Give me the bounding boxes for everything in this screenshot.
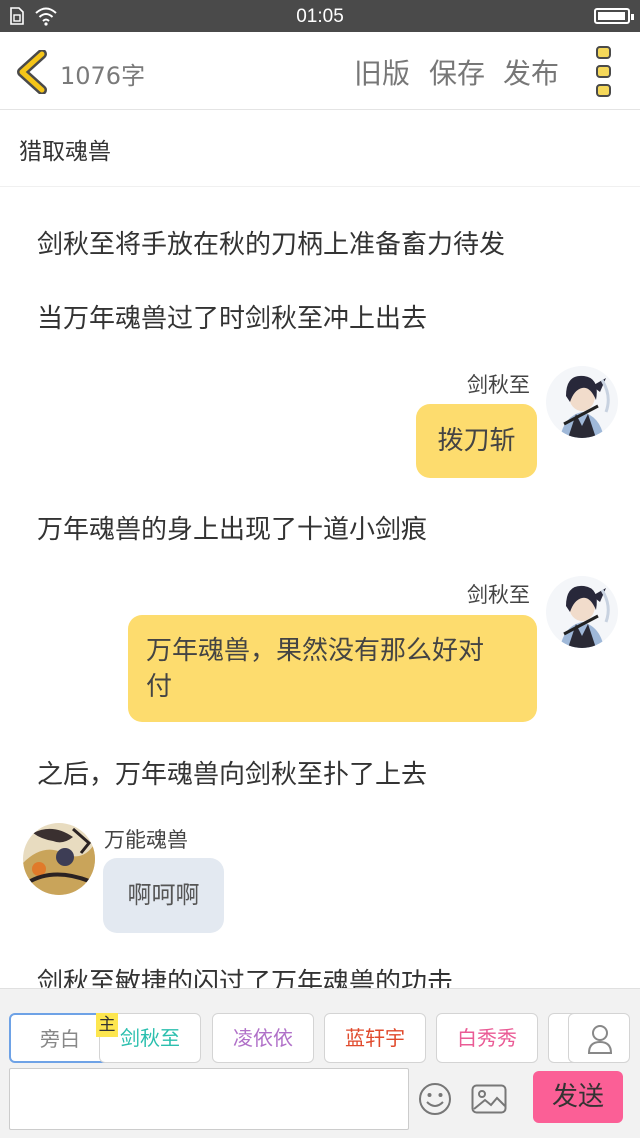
divider [0,186,640,187]
message-bubble[interactable]: 啊呵啊 [103,858,224,933]
image-icon[interactable] [471,1084,507,1114]
chapter-title[interactable]: 猎取魂兽 [19,132,111,166]
message-bubble[interactable]: 万年魂兽，果然没有那么好对 付 [128,615,537,722]
character-chip[interactable]: 蓝轩宇 [324,1013,426,1063]
message-line: 万年魂兽，果然没有那么好对 [146,636,485,666]
message-line: 付 [146,672,173,702]
narration-line[interactable]: 剑秋至将手放在秋的刀柄上准备畜力待发 [37,224,505,261]
word-count: 1076字 [60,62,146,90]
compose-panel: 旁白 剑秋至 凌依依 蓝轩宇 白秀秀 主 发送 [0,988,640,1138]
monster-avatar-icon [23,823,95,895]
battery-level [598,12,625,20]
character-chip[interactable]: 凌依依 [212,1013,314,1063]
status-bar: 01:05 [0,0,640,32]
publish-button[interactable]: 发布 [503,52,559,92]
status-time: 01:05 [296,6,344,27]
host-tag: 主 [96,1013,118,1037]
battery-cap [631,14,634,20]
narration-line[interactable]: 万年魂兽的身上出现了十道小剑痕 [37,509,427,546]
avatar-wanneng-hunshou[interactable] [23,823,95,895]
emoji-icon[interactable] [418,1082,452,1116]
back-chevron-icon[interactable] [14,50,50,94]
character-avatar-icon [546,366,618,438]
avatar-jianqiuzhi[interactable] [546,576,618,648]
character-chip[interactable]: 白秀秀 [436,1013,538,1063]
narration-line[interactable]: 之后，万年魂兽向剑秋至扑了上去 [37,754,427,791]
send-button[interactable]: 发送 [533,1071,623,1123]
sender-name: 剑秋至 [467,373,530,397]
message-bubble[interactable]: 拨刀斩 [416,404,537,478]
editor-header: 1076字 旧版 保存 发布 [0,32,640,110]
sender-name: 剑秋至 [467,583,530,607]
more-menu-icon[interactable] [594,44,616,98]
add-character-button[interactable] [568,1013,630,1063]
sender-name: 万能魂兽 [104,828,188,852]
save-button[interactable]: 保存 [429,52,485,92]
battery-icon [594,8,634,24]
old-version-button[interactable]: 旧版 [354,52,410,92]
person-icon [587,1025,613,1054]
narration-line[interactable]: 当万年魂兽过了时剑秋至冲上出去 [37,298,427,335]
message-input[interactable] [9,1068,409,1130]
character-avatar-icon [546,576,618,648]
avatar-jianqiuzhi[interactable] [546,366,618,438]
